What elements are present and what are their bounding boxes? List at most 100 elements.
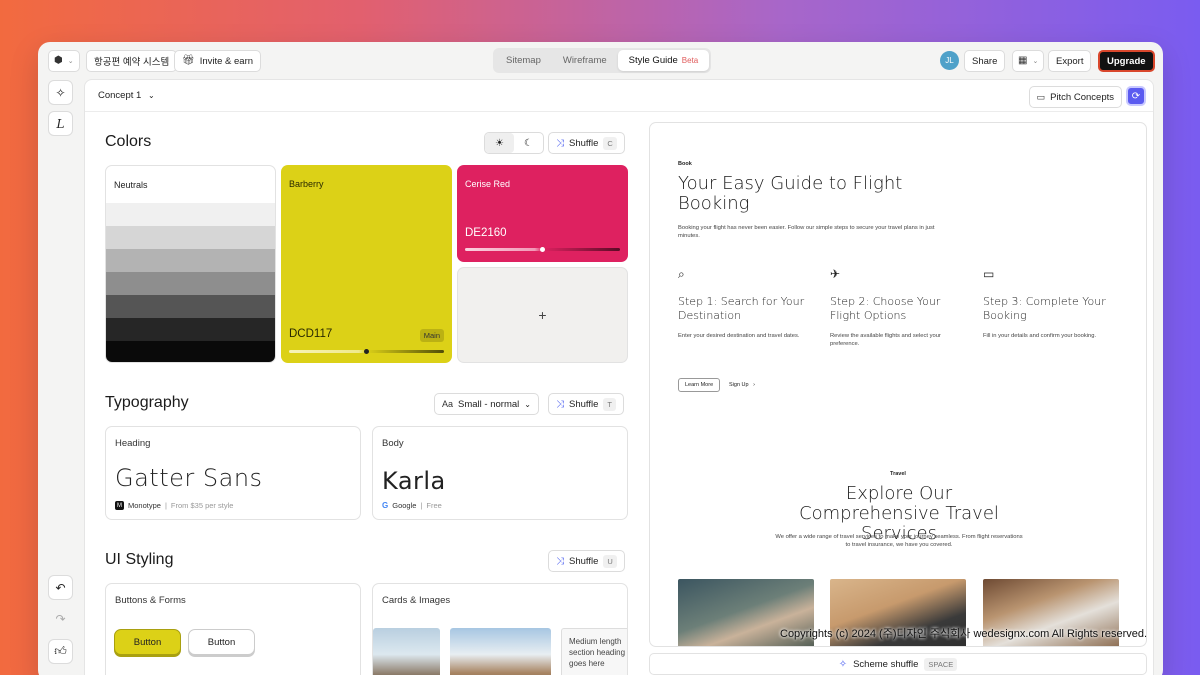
- shuffle-icon: ⤨: [556, 137, 564, 149]
- shortcut-key: U: [603, 554, 617, 568]
- magic-wand-button[interactable]: ✧: [48, 80, 73, 105]
- logo-menu-button[interactable]: ⬢ ⌄: [48, 50, 80, 72]
- sign-up-label: Sign Up: [729, 382, 749, 388]
- colors-title: Colors: [105, 133, 152, 150]
- undo-button[interactable]: ↶: [48, 575, 73, 600]
- main-canvas: Concept 1 ⌄ ▭ Pitch Concepts ⟳ Colors ☀ …: [84, 79, 1154, 675]
- chevron-down-icon: ⌄: [524, 399, 531, 409]
- tab-wireframe[interactable]: Wireframe: [552, 50, 618, 71]
- tab-sitemap-label: Sitemap: [506, 55, 541, 66]
- sparkle-icon: ✧: [838, 658, 848, 670]
- magic-wand-icon: ✧: [55, 85, 66, 100]
- ticket-icon: ▭: [983, 267, 995, 281]
- body-label: Body: [382, 438, 404, 449]
- pitch-label: Pitch Concepts: [1050, 91, 1114, 103]
- shuffle-icon: ⤨: [556, 398, 564, 410]
- shortcut-key: SPACE: [924, 657, 958, 671]
- chevron-right-icon: ›: [753, 382, 755, 388]
- scheme-shuffle-button[interactable]: ✧ Scheme shuffle SPACE: [649, 653, 1147, 675]
- project-name-button[interactable]: 항공편 예약 시스템: [86, 50, 178, 72]
- font-price: Free: [426, 501, 442, 510]
- ui-styling-title: UI Styling: [105, 551, 174, 568]
- typography-tool-button[interactable]: L: [48, 111, 73, 136]
- separator: |: [164, 501, 167, 510]
- avatar[interactable]: JL: [940, 51, 959, 70]
- tab-style-guide[interactable]: Style Guide Beta: [617, 50, 710, 71]
- neutral-shade: [106, 203, 275, 226]
- search-icon: ⌕: [678, 267, 685, 281]
- redo-button[interactable]: ↷: [48, 606, 73, 631]
- step-3-title: Step 3: Complete Your Booking: [983, 295, 1106, 322]
- project-name: 항공편 예약 시스템: [94, 57, 170, 68]
- presentation-icon: ▭: [1036, 91, 1046, 102]
- concept-label: Concept 1: [98, 90, 142, 101]
- buttons-forms-label: Buttons & Forms: [115, 595, 186, 606]
- typography-shuffle-button[interactable]: ⤨ Shuffle T: [548, 393, 624, 415]
- invite-button[interactable]: 🎁︎ Invite & earn: [174, 50, 262, 72]
- font-price: From $35 per style: [170, 501, 234, 510]
- body-font-name: Karla: [382, 467, 446, 495]
- light-mode-button[interactable]: ☀: [485, 133, 514, 153]
- upgrade-button[interactable]: Upgrade: [1098, 50, 1155, 72]
- buttons-forms-card[interactable]: Buttons & Forms Button Button: [105, 583, 361, 675]
- neutrals-card[interactable]: Neutrals: [105, 165, 276, 363]
- cerise-label: Cerise Red: [465, 179, 511, 189]
- airplane-icon: ✈: [830, 267, 841, 281]
- slider-handle[interactable]: [540, 247, 545, 252]
- cerise-hex: DE2160: [465, 227, 507, 239]
- pitch-concepts-button[interactable]: ▭ Pitch Concepts: [1028, 86, 1122, 108]
- primary-button-sample[interactable]: Button: [114, 629, 181, 655]
- sub-bar: Concept 1 ⌄ ▭ Pitch Concepts ⟳: [85, 80, 1153, 112]
- foundry-name: Monotype: [128, 501, 161, 510]
- export-button[interactable]: Export: [1048, 50, 1092, 72]
- add-color-button[interactable]: +: [457, 267, 628, 363]
- step-1-title: Step 1: Search for Your Destination: [678, 295, 805, 322]
- feedback-button[interactable]: 👍︎: [48, 639, 73, 664]
- learn-more-button[interactable]: Learn More: [678, 378, 721, 392]
- neutral-shade: [106, 249, 275, 272]
- share-button[interactable]: Share: [964, 50, 1006, 72]
- body-font-card[interactable]: Body Karla G Google | Free: [372, 426, 628, 520]
- section-text: We offer a wide range of travel services…: [775, 534, 1023, 548]
- mountain-image: [450, 628, 551, 675]
- separator: |: [420, 501, 423, 510]
- plus-icon: +: [538, 307, 547, 323]
- neutral-shade: [106, 226, 275, 249]
- monotype-logo-icon: M: [115, 501, 124, 510]
- upgrade-label: Upgrade: [1107, 55, 1146, 67]
- redo-icon: ↷: [55, 611, 66, 626]
- regenerate-button[interactable]: ⟳: [1126, 86, 1146, 106]
- barberry-card[interactable]: Barberry DCD117 Main: [281, 165, 452, 363]
- cards-images-card[interactable]: Cards & Images Medium length section hea…: [372, 583, 628, 675]
- dark-mode-button[interactable]: ☾: [514, 133, 543, 153]
- slider-handle[interactable]: [364, 349, 369, 354]
- figma-icon: ▦: [1018, 55, 1028, 66]
- theme-toggle: ☀ ☾: [484, 132, 544, 154]
- shortcut-key: C: [603, 136, 617, 150]
- font-size-label: Small - normal: [458, 398, 520, 410]
- beta-badge: Beta: [681, 56, 699, 65]
- sign-up-link[interactable]: Sign Up ›: [729, 382, 755, 388]
- concept-selector[interactable]: Concept 1 ⌄: [98, 90, 155, 101]
- cube-logo-icon: ⬢: [54, 55, 63, 66]
- section-tag: Travel: [890, 471, 906, 477]
- export-label: Export: [1056, 55, 1084, 67]
- google-logo-icon: G: [382, 501, 389, 510]
- colors-shuffle-button[interactable]: ⤨ Shuffle C: [548, 132, 625, 154]
- moon-icon: ☾: [524, 137, 533, 149]
- gift-icon: 🎁︎: [182, 55, 195, 66]
- shortcut-key: T: [603, 397, 616, 411]
- font-size-selector[interactable]: Aa Small - normal ⌄: [434, 393, 539, 415]
- figma-export-menu[interactable]: ▦ ⌄: [1012, 50, 1045, 72]
- shuffle-icon: ⤨: [556, 555, 564, 567]
- secondary-button-sample[interactable]: Button: [188, 629, 255, 655]
- copyright-watermark: Copyrights (c) 2024 (주)디자인 주식회사 wedesign…: [780, 628, 1148, 640]
- script-l-icon: L: [56, 116, 65, 131]
- neutrals-label: Neutrals: [114, 180, 148, 190]
- tab-sitemap[interactable]: Sitemap: [495, 50, 552, 71]
- shuffle-label: Shuffle: [569, 398, 599, 410]
- step-2-title: Step 2: Choose Your Flight Options: [830, 295, 941, 322]
- ui-shuffle-button[interactable]: ⤨ Shuffle U: [548, 550, 625, 572]
- cerise-card[interactable]: Cerise Red DE2160: [457, 165, 628, 262]
- heading-font-card[interactable]: Heading Gatter Sans M Monotype | From $3…: [105, 426, 361, 520]
